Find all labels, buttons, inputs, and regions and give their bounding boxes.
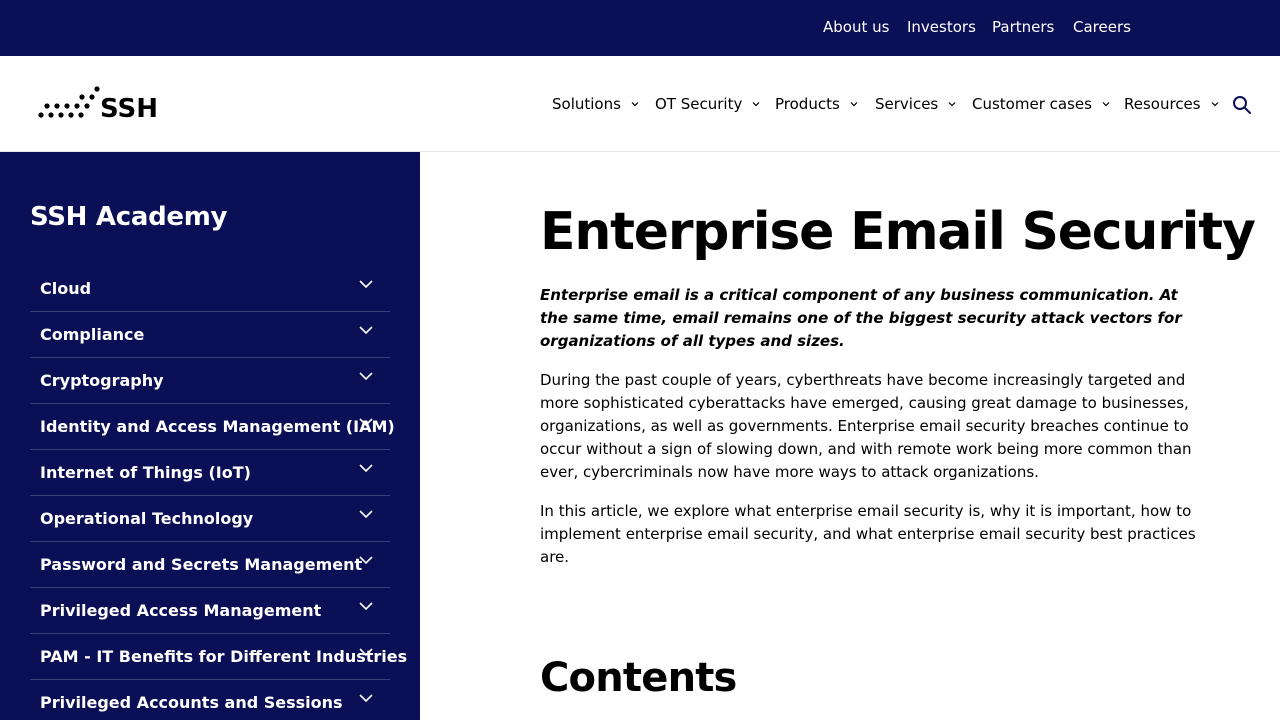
sidebar-item-iam[interactable]: Identity and Access Management (IAM) xyxy=(30,404,395,450)
nav-solutions[interactable]: Solutions xyxy=(552,95,640,113)
chevron-down-icon[interactable] xyxy=(358,646,374,658)
chevron-down-icon xyxy=(948,102,956,107)
sidebar-item-label: Compliance xyxy=(40,325,145,344)
sidebar-category-list: Cloud Compliance Cryptography Identity a… xyxy=(30,266,407,720)
main-navigation: SSH Solutions OT Security Products Servi… xyxy=(0,56,1280,152)
sidebar-item-password-secrets[interactable]: Password and Secrets Management xyxy=(30,542,390,588)
nav-customer-cases[interactable]: Customer cases xyxy=(972,95,1111,113)
chevron-down-icon[interactable] xyxy=(358,600,374,612)
nav-services[interactable]: Services xyxy=(875,95,957,113)
nav-label: Solutions xyxy=(552,95,621,113)
sidebar-item-operational-technology[interactable]: Operational Technology xyxy=(30,496,390,542)
contents-heading: Contents xyxy=(540,655,737,701)
sidebar-item-label: Cloud xyxy=(40,279,92,298)
chevron-down-icon xyxy=(1102,102,1110,107)
sidebar-item-label: Identity and Access Management (IAM) xyxy=(40,417,395,436)
nav-label: Services xyxy=(875,95,939,113)
chevron-down-icon xyxy=(1211,102,1219,107)
chevron-down-icon[interactable] xyxy=(358,462,374,474)
article-paragraph: During the past couple of years, cyberth… xyxy=(540,371,1192,481)
logo-wordmark: SSH xyxy=(100,94,158,122)
nav-label: Resources xyxy=(1124,95,1201,113)
topbar-link-careers[interactable]: Careers xyxy=(1073,18,1131,36)
nav-label: Customer cases xyxy=(972,95,1092,113)
sidebar-item-label: PAM - IT Benefits for Different Industri… xyxy=(40,647,408,666)
chevron-down-icon[interactable] xyxy=(358,692,374,704)
chevron-down-icon[interactable] xyxy=(358,416,374,428)
sidebar-item-compliance[interactable]: Compliance xyxy=(30,312,390,358)
article-lead: Enterprise email is a critical component… xyxy=(540,286,1182,350)
sidebar-item-label: Privileged Accounts and Sessions xyxy=(40,693,343,712)
chevron-down-icon xyxy=(752,102,760,107)
sidebar-item-label: Operational Technology xyxy=(40,509,254,528)
article-title: Enterprise Email Security xyxy=(540,202,1256,262)
chevron-down-icon[interactable] xyxy=(358,370,374,382)
search-icon[interactable] xyxy=(1232,95,1252,115)
chevron-down-icon[interactable] xyxy=(358,278,374,290)
sidebar-item-cryptography[interactable]: Cryptography xyxy=(30,358,390,404)
sidebar-item-privileged-accounts[interactable]: Privileged Accounts and Sessions xyxy=(30,680,390,720)
nav-products[interactable]: Products xyxy=(775,95,859,113)
article-content: Enterprise Email Security Enterprise ema… xyxy=(540,200,1256,702)
nav-resources[interactable]: Resources xyxy=(1124,95,1220,113)
sidebar-item-pam[interactable]: Privileged Access Management xyxy=(30,588,390,634)
sidebar-title: SSH Academy xyxy=(30,202,228,232)
chevron-down-icon xyxy=(631,102,639,107)
topbar-link-investors[interactable]: Investors xyxy=(907,18,976,36)
academy-sidebar: SSH Academy Cloud Compliance Cryptograph… xyxy=(0,152,420,720)
chevron-down-icon[interactable] xyxy=(358,554,374,566)
sidebar-item-label: Privileged Access Management xyxy=(40,601,322,620)
sidebar-item-iot[interactable]: Internet of Things (IoT) xyxy=(30,450,390,496)
sidebar-item-cloud[interactable]: Cloud xyxy=(30,266,390,312)
nav-ot-security[interactable]: OT Security xyxy=(655,95,761,113)
nav-label: Products xyxy=(775,95,840,113)
sidebar-item-label: Internet of Things (IoT) xyxy=(40,463,251,482)
chevron-down-icon xyxy=(850,102,858,107)
topbar-link-about-us[interactable]: About us xyxy=(823,18,889,36)
top-utility-bar: About us Investors Partners Careers xyxy=(0,0,1280,56)
ssh-logo[interactable]: SSH xyxy=(38,86,160,122)
chevron-down-icon[interactable] xyxy=(358,508,374,520)
chevron-down-icon[interactable] xyxy=(358,324,374,336)
article-paragraph: In this article, we explore what enterpr… xyxy=(540,502,1196,566)
topbar-link-partners[interactable]: Partners xyxy=(992,18,1054,36)
nav-label: OT Security xyxy=(655,95,743,113)
logo-dots-icon xyxy=(38,86,100,118)
sidebar-item-label: Cryptography xyxy=(40,371,164,390)
sidebar-item-pam-industries[interactable]: PAM - IT Benefits for Different Industri… xyxy=(30,634,407,680)
sidebar-item-label: Password and Secrets Management xyxy=(40,555,363,574)
